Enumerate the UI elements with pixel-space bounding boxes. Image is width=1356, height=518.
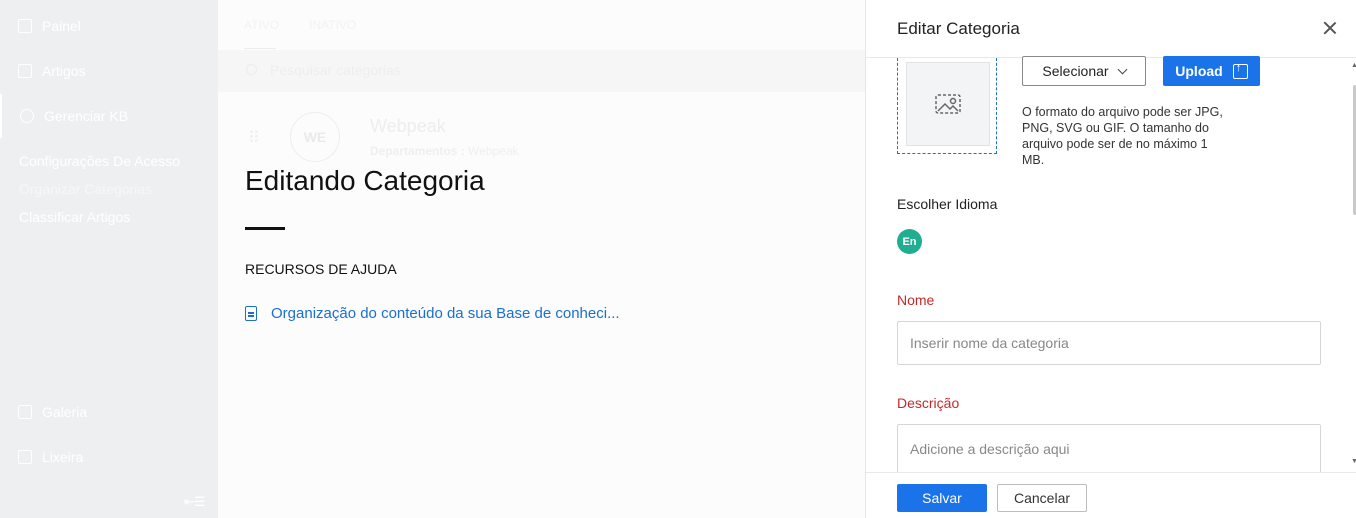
select-image-button[interactable]: Selecionar: [1022, 56, 1146, 86]
grid-icon: [18, 19, 32, 33]
gear-icon: [20, 109, 34, 123]
sidebar-item-painel[interactable]: Painel: [18, 18, 81, 34]
help-resource-link[interactable]: Organização do conteúdo da sua Base de c…: [245, 305, 620, 322]
select-button-label: Selecionar: [1042, 63, 1109, 79]
sidebar-item-label: Lixeira: [42, 449, 84, 465]
scroll-down-icon[interactable]: ▼: [1351, 458, 1356, 465]
description-input[interactable]: [897, 424, 1321, 474]
department-label: Departamentos :: [370, 144, 465, 158]
upload-button[interactable]: Upload: [1163, 56, 1260, 86]
upload-icon: [1232, 62, 1248, 79]
image-placeholder: [906, 62, 990, 146]
trash-icon: [18, 450, 32, 464]
collapse-sidebar-icon[interactable]: ⇤☰: [184, 494, 206, 510]
panel-footer: Salvar Cancelar: [866, 472, 1356, 518]
description-label: Descrição: [897, 395, 960, 411]
sidebar-item-artigos[interactable]: Artigos: [18, 63, 86, 79]
cancel-button[interactable]: Cancelar: [997, 484, 1087, 512]
sidebar: Painel Artigos Gerenciar KB Configuraçõe…: [0, 0, 218, 518]
edit-category-panel: Editar Categoria Selecionar Upload O for…: [865, 0, 1356, 518]
department-value: Webpeak: [468, 144, 519, 158]
help-section-title: RECURSOS DE AJUDA: [245, 261, 397, 277]
help-divider: [245, 227, 285, 230]
sidebar-item-gerenciar-kb[interactable]: Gerenciar KB: [0, 94, 218, 138]
drag-handle-icon[interactable]: ⠿: [248, 128, 261, 148]
scroll-up-icon[interactable]: ▲: [1351, 62, 1356, 69]
sidebar-item-label: Painel: [42, 18, 81, 34]
file-format-note: O formato do arquivo pode ser JPG, PNG, …: [1022, 105, 1223, 167]
sidebar-item-galeria[interactable]: Galeria: [18, 404, 87, 420]
status-tabs: ATIVO INATIVO: [244, 18, 356, 32]
language-badge[interactable]: En: [897, 229, 922, 254]
chevron-down-icon: [1117, 64, 1128, 74]
tab-inativo[interactable]: INATIVO: [309, 18, 356, 32]
category-name[interactable]: Webpeak: [370, 116, 446, 137]
image-icon: [18, 405, 32, 419]
upload-button-label: Upload: [1175, 63, 1223, 79]
category-avatar: WE: [290, 112, 340, 162]
name-label: Nome: [897, 292, 935, 308]
category-name-input[interactable]: [897, 321, 1321, 365]
help-title: Editando Categoria: [245, 165, 485, 196]
sidebar-item-lixeira[interactable]: Lixeira: [18, 449, 83, 465]
sidebar-item-label: Artigos: [42, 63, 86, 79]
sidebar-subitem-access[interactable]: Configurações De Acesso: [19, 153, 180, 169]
app-root: Painel Artigos Gerenciar KB Configuraçõe…: [0, 0, 1356, 518]
article-icon: [18, 64, 32, 78]
category-department: Departamentos : Webpeak: [370, 144, 519, 158]
document-icon: [245, 306, 257, 321]
close-icon[interactable]: [1322, 20, 1338, 36]
panel-header: Editar Categoria: [866, 0, 1356, 58]
sidebar-item-label: Gerenciar KB: [44, 108, 129, 124]
language-label: Escolher Idioma: [897, 196, 998, 212]
active-tab-indicator: [244, 48, 276, 49]
sidebar-item-label: Galeria: [42, 404, 88, 420]
tab-ativo[interactable]: ATIVO: [244, 18, 279, 32]
image-dropzone[interactable]: [897, 58, 997, 154]
sidebar-subitem-organize[interactable]: Organizar Categorias: [19, 181, 152, 197]
panel-title: Editar Categoria: [897, 19, 1020, 38]
help-link-text: Organização do conteúdo da sua Base de c…: [271, 305, 620, 322]
search-input[interactable]: Pesquisar categorias: [270, 62, 401, 78]
save-button[interactable]: Salvar: [897, 484, 987, 512]
sidebar-subitem-sort[interactable]: Classificar Artigos: [19, 209, 130, 225]
search-icon: [246, 64, 257, 75]
image-icon: [935, 94, 961, 114]
